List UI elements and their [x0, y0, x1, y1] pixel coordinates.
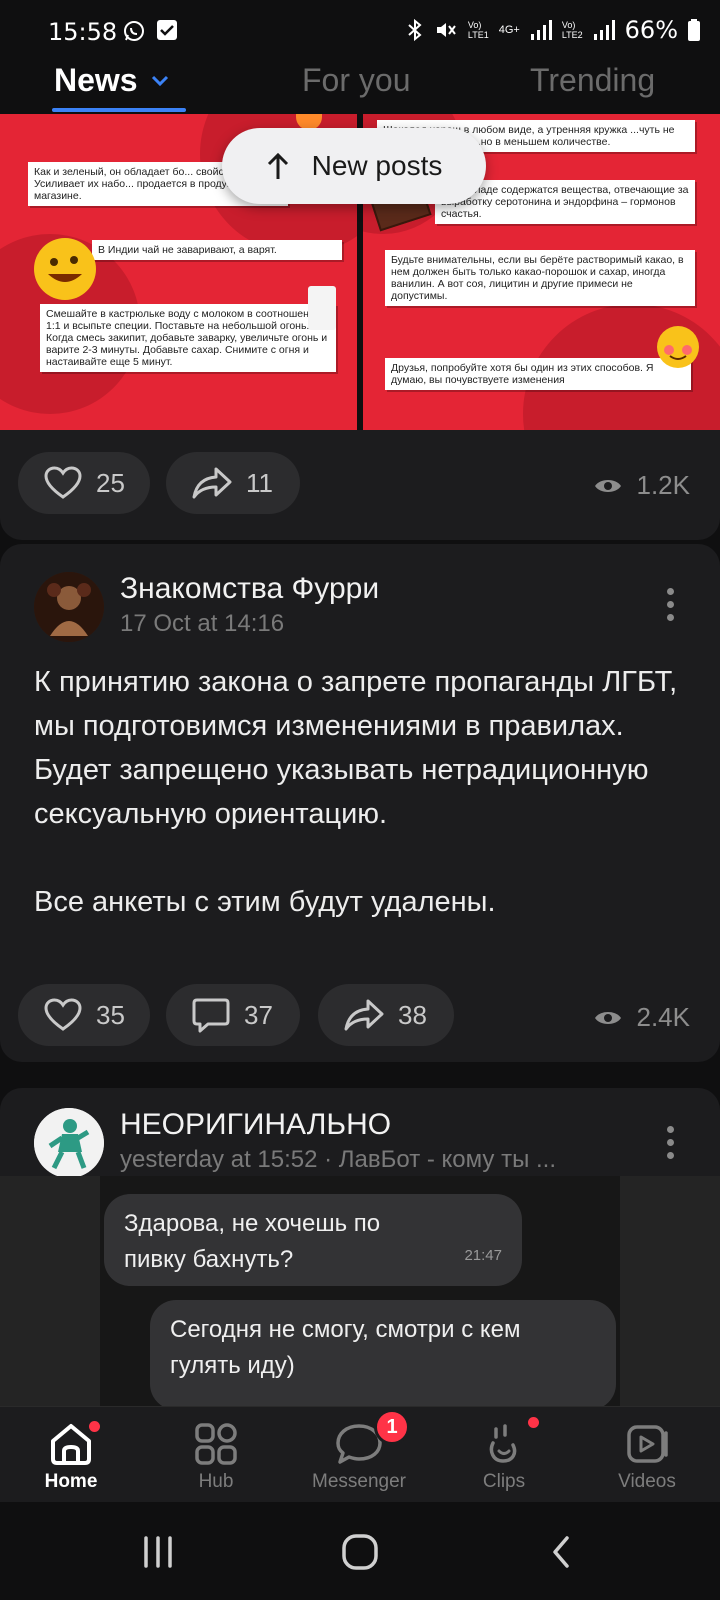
like-button[interactable]: 25 — [18, 452, 150, 514]
messenger-icon: 1 — [332, 1409, 410, 1469]
chat-message-text: Здарова, не хочешь по пивку бахнуть? — [124, 1210, 381, 1273]
nav-videos-label: Videos — [618, 1471, 676, 1492]
view-count: 2.4K — [593, 1002, 691, 1033]
home-icon — [44, 1419, 100, 1469]
chat-message-text: Сегодня не смогу, смотри с кем гулять ид… — [170, 1316, 521, 1379]
signal-2-icon — [593, 20, 615, 40]
share-arrow-icon — [344, 999, 384, 1031]
heart-icon — [44, 466, 82, 499]
post-author[interactable]: НЕОРИГИНАЛЬНО — [120, 1108, 391, 1142]
avatar[interactable] — [34, 1108, 104, 1178]
feed-tabs: News For you Trending — [0, 62, 720, 114]
milk-glass-icon — [308, 286, 336, 330]
home-system-icon[interactable] — [338, 1532, 382, 1572]
nav-clips-label: Clips — [482, 1471, 526, 1492]
comment-button[interactable]: 37 — [166, 984, 300, 1046]
tab-for-you[interactable]: For you — [302, 62, 410, 99]
nav-home[interactable]: Home — [11, 1407, 131, 1503]
videos-icon — [620, 1419, 674, 1469]
more-options-icon[interactable] — [667, 1126, 674, 1159]
heart-icon — [44, 998, 82, 1031]
nav-hub[interactable]: Hub — [156, 1407, 276, 1503]
active-tab-indicator — [52, 108, 186, 112]
nav-messenger-label: Messenger — [312, 1471, 406, 1492]
image-note: Смешайте в кастрюльке воду с молоком в с… — [40, 304, 336, 372]
post-image-gallery[interactable]: Как и зеленый, он обладает бо... свойств… — [0, 114, 720, 430]
comment-count: 37 — [244, 999, 273, 1030]
battery-percent: 66% — [624, 16, 678, 44]
nav-hub-label: Hub — [198, 1471, 234, 1492]
nav-clips[interactable]: Clips — [444, 1407, 564, 1503]
post-author[interactable]: Знакомства Фурри — [120, 572, 379, 606]
status-system-icons: Vo) LTE1 4G+ Vo) LTE2 66% — [406, 16, 700, 44]
back-icon[interactable] — [546, 1532, 576, 1572]
decor-shape — [620, 1176, 720, 1406]
chat-bubble-incoming: Здарова, не хочешь по пивку бахнуть? 21:… — [104, 1194, 522, 1286]
signal-icon — [530, 20, 552, 40]
image-note: В Индии чай не заваривают, а варят. — [92, 240, 342, 260]
smiley-emoji-icon — [34, 238, 96, 300]
share-button[interactable]: 38 — [318, 984, 454, 1046]
tab-trending[interactable]: Trending — [530, 62, 655, 99]
tab-news-label: News — [54, 62, 138, 98]
news-feed[interactable]: Как и зеленый, он обладает бо... свойств… — [0, 114, 720, 1406]
volte-lte2-label: Vo) LTE2 — [561, 20, 583, 40]
comment-icon — [192, 998, 230, 1033]
image-note: Друзья, попробуйте хотя бы один из этих … — [385, 358, 691, 390]
system-navigation-bar — [0, 1502, 720, 1600]
nav-videos[interactable]: Videos — [587, 1407, 707, 1503]
battery-icon — [688, 19, 700, 41]
notification-dot — [89, 1421, 100, 1432]
mute-icon — [436, 23, 456, 37]
post-date: 17 Oct at 14:16 — [120, 610, 285, 637]
share-button[interactable]: 11 — [166, 452, 300, 514]
nav-home-label: Home — [44, 1471, 98, 1492]
more-options-icon[interactable] — [667, 588, 674, 621]
view-count-value: 2.4K — [636, 1002, 691, 1032]
bottom-navigation: Home Hub 1 Messenger Clips Videos — [0, 1406, 720, 1502]
like-button[interactable]: 35 — [18, 984, 150, 1046]
status-notification-icons — [122, 19, 178, 43]
chat-message-time: 21:47 — [464, 1247, 502, 1264]
like-count: 25 — [96, 467, 125, 498]
status-bar: 15:58 Vo) LTE1 4G+ Vo) LTE2 66% — [0, 0, 720, 62]
decor-shape — [0, 1176, 100, 1406]
view-count-value: 1.2K — [636, 470, 691, 500]
arrow-up-icon — [267, 152, 288, 179]
share-arrow-icon — [192, 467, 232, 499]
view-count: 1.2K — [593, 470, 691, 501]
messenger-badge: 1 — [374, 1409, 410, 1445]
post-card: Знакомства Фурри 17 Oct at 14:16 К приня… — [0, 544, 720, 1062]
post-image-chat-screenshot[interactable]: Здарова, не хочешь по пивку бахнуть? 21:… — [0, 1176, 720, 1406]
chevron-down-icon[interactable] — [150, 74, 170, 88]
blushing-emoji-icon — [657, 326, 699, 368]
recent-apps-icon[interactable] — [138, 1532, 178, 1572]
chat-bubble: Сегодня не смогу, смотри с кем гулять ид… — [150, 1300, 616, 1406]
volte-lte1-label: Vo) LTE1 — [467, 20, 489, 40]
hub-grid-icon — [189, 1419, 243, 1469]
clips-icon — [477, 1417, 539, 1469]
like-count: 35 — [96, 999, 125, 1030]
tab-news[interactable]: News — [54, 62, 170, 99]
new-posts-label: New posts — [311, 150, 443, 181]
post-text: К принятию закона о запрете пропаганды Л… — [34, 666, 678, 918]
nav-messenger[interactable]: 1 Messenger — [299, 1407, 419, 1503]
notification-dot — [528, 1417, 539, 1428]
eye-icon — [594, 479, 621, 492]
share-count: 38 — [398, 999, 427, 1030]
share-count: 11 — [246, 467, 273, 498]
post-actions-1: 25 11 1.2K — [0, 430, 720, 540]
avatar[interactable] — [34, 572, 104, 642]
new-posts-button[interactable]: New posts — [222, 128, 486, 204]
eye-icon — [594, 1011, 621, 1024]
post-meta: yesterday at 15:52 · ЛавБот - кому ты ..… — [120, 1146, 556, 1173]
network-4g-label: 4G+ — [498, 24, 520, 36]
bluetooth-icon — [408, 18, 422, 42]
checkbox-icon — [157, 20, 177, 40]
status-time: 15:58 — [48, 18, 118, 46]
image-note: Будьте внимательны, если вы берёте раств… — [385, 250, 695, 306]
whatsapp-icon — [124, 21, 144, 41]
